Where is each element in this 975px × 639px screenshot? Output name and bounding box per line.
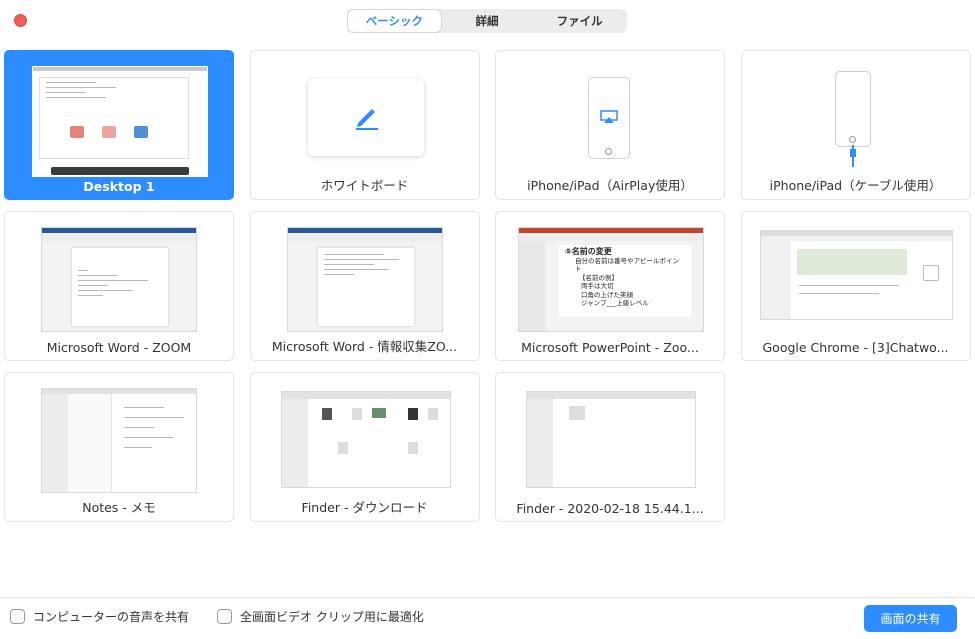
share-tile-whiteboard[interactable]: ホワイトボード <box>249 50 480 200</box>
finder-thumbnail <box>280 391 451 488</box>
tile-label: Desktop 1 <box>83 179 155 194</box>
share-mode-tabs: ベーシック 詳細 ファイル <box>347 9 627 33</box>
close-window-button[interactable] <box>14 14 27 27</box>
notes-thumbnail <box>41 388 197 493</box>
slide-line: 口角の上げた笑顔 <box>581 290 633 299</box>
tab-files[interactable]: ファイル <box>533 10 626 32</box>
tile-label: Finder - ダウンロード <box>301 500 428 515</box>
tile-label: Notes - メモ <box>82 500 156 515</box>
checkbox-label: 全画面ビデオ クリップ用に最適化 <box>240 610 424 624</box>
share-source-grid: Desktop 1 ホワイトボード iPhone/iPad（AirPlay使用） <box>4 50 971 522</box>
footer-bar: コンピューターの音声を共有 全画面ビデオ クリップ用に最適化 画面の共有 <box>0 597 975 639</box>
finder-thumbnail <box>526 391 696 488</box>
slide: ⑤名前の変更 自分の名前は番号やアピールポイント 【名前の例】 両手は大切 口角… <box>559 245 691 317</box>
pencil-icon <box>355 109 378 130</box>
share-tile-notes[interactable]: Notes - メモ <box>4 372 234 522</box>
tile-label: iPhone/iPad（AirPlay使用） <box>527 178 693 193</box>
checkbox-label: コンピューターの音声を共有 <box>33 610 190 624</box>
share-tile-iphone-airplay[interactable]: iPhone/iPad（AirPlay使用） <box>495 50 725 200</box>
checkbox-box[interactable] <box>10 609 25 624</box>
slide-title: ⑤名前の変更 <box>565 247 612 256</box>
optimize-video-checkbox[interactable]: 全画面ビデオ クリップ用に最適化 <box>217 608 424 625</box>
powerpoint-thumbnail: ⑤名前の変更 自分の名前は番号やアピールポイント 【名前の例】 両手は大切 口角… <box>518 227 704 332</box>
tile-label: iPhone/iPad（ケーブル使用） <box>769 178 942 193</box>
slide-line: 【名前の例】 <box>579 273 618 282</box>
desktop-thumbnail <box>32 66 208 177</box>
share-tile-word-info[interactable]: Microsoft Word - 情報収集ZO... <box>249 211 480 361</box>
share-tile-finder-folder[interactable]: Finder - 2020-02-18 15.44.1... <box>495 372 725 522</box>
slide-line: ジャンプ___上級レベル <box>581 299 649 307</box>
tile-label: ホワイトボード <box>320 178 409 193</box>
share-tile-desktop-1[interactable]: Desktop 1 <box>4 50 234 200</box>
slide-line: 自分の名前は番号やアピールポイント <box>575 256 679 274</box>
tile-label: Google Chrome - [3]Chatwo... <box>762 340 949 355</box>
tab-advanced[interactable]: 詳細 <box>441 10 534 32</box>
tab-basic[interactable]: ベーシック <box>348 10 441 32</box>
share-tile-powerpoint[interactable]: ⑤名前の変更 自分の名前は番号やアピールポイント 【名前の例】 両手は大切 口角… <box>495 211 725 361</box>
slide-line: 両手は大切 <box>581 282 614 290</box>
tile-label: Microsoft Word - ZOOM <box>46 340 192 355</box>
word-thumbnail <box>286 227 443 332</box>
share-tile-iphone-cable[interactable]: iPhone/iPad（ケーブル使用） <box>740 50 971 200</box>
phone-thumbnail <box>834 71 871 147</box>
phone-thumbnail <box>588 77 630 159</box>
tile-label: Microsoft PowerPoint - Zoo... <box>521 340 699 355</box>
share-tile-word-zoom[interactable]: Microsoft Word - ZOOM <box>4 211 234 361</box>
tile-label: Finder - 2020-02-18 15.44.1... <box>516 501 704 516</box>
whiteboard-thumbnail <box>307 79 424 156</box>
word-thumbnail <box>41 227 197 332</box>
tile-label: Microsoft Word - 情報収集ZO... <box>271 339 458 354</box>
airplay-icon <box>600 110 618 123</box>
chrome-thumbnail <box>759 230 953 320</box>
share-tile-chrome[interactable]: Google Chrome - [3]Chatwo... <box>740 211 971 361</box>
share-audio-checkbox[interactable]: コンピューターの音声を共有 <box>10 608 189 625</box>
share-screen-button[interactable]: 画面の共有 <box>864 605 957 632</box>
checkbox-box[interactable] <box>217 609 232 624</box>
share-tile-finder-downloads[interactable]: Finder - ダウンロード <box>249 372 480 522</box>
cable-icon <box>849 145 856 167</box>
